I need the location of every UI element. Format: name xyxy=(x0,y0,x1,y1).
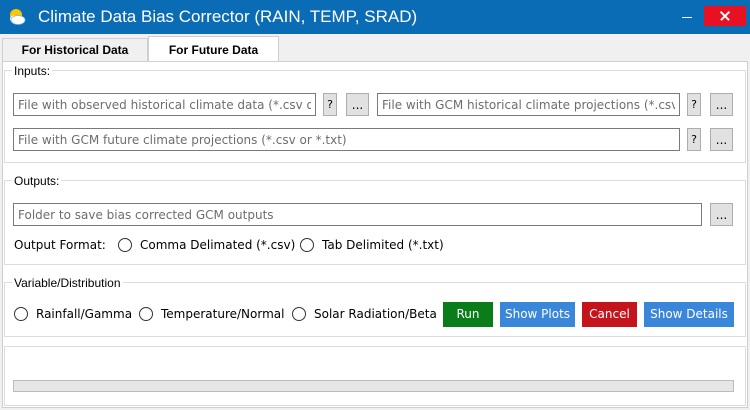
output-folder-input[interactable] xyxy=(13,203,702,226)
format-option-csv[interactable]: Comma Delimated (*.csv) xyxy=(118,237,298,255)
variable-option-rainfall[interactable]: Rainfall/Gamma xyxy=(14,306,134,324)
variable-solar-radio[interactable] xyxy=(292,307,306,321)
run-button[interactable]: Run xyxy=(443,302,493,327)
output-format-label: Output Format: xyxy=(14,238,106,252)
variable-rainfall-label: Rainfall/Gamma xyxy=(36,307,133,321)
status-group xyxy=(4,346,746,406)
observed-historical-browse-button[interactable]: ... xyxy=(346,93,369,116)
gcm-historical-help-button[interactable]: ? xyxy=(687,93,701,116)
inputs-group-label: Inputs: xyxy=(12,64,53,78)
outputs-group-label: Outputs: xyxy=(12,174,62,188)
weather-sun-cloud-icon xyxy=(10,9,26,25)
progress-bar xyxy=(13,380,734,392)
variable-temperature-radio[interactable] xyxy=(139,307,153,321)
output-folder-browse-button[interactable]: ... xyxy=(710,203,733,226)
tab-historical-data[interactable]: For Historical Data xyxy=(2,38,148,62)
format-csv-label: Comma Delimated (*.csv) xyxy=(140,238,296,252)
gcm-historical-browse-button[interactable]: ... xyxy=(710,93,733,116)
observed-historical-help-button[interactable]: ? xyxy=(323,93,337,116)
window-title: Climate Data Bias Corrector (RAIN, TEMP,… xyxy=(38,7,418,26)
observed-historical-file-input[interactable] xyxy=(13,93,316,116)
format-txt-label: Tab Delimited (*.txt) xyxy=(322,238,444,252)
variable-rainfall-radio[interactable] xyxy=(14,307,28,321)
gcm-future-help-button[interactable]: ? xyxy=(687,128,701,151)
tab-future-data[interactable]: For Future Data xyxy=(148,36,279,62)
format-txt-radio[interactable] xyxy=(300,238,314,252)
show-details-button[interactable]: Show Details xyxy=(644,302,734,327)
format-option-txt[interactable]: Tab Delimited (*.txt) xyxy=(300,237,450,255)
variable-solar-label: Solar Radiation/Beta xyxy=(314,307,437,321)
gcm-future-file-input[interactable] xyxy=(13,128,680,151)
variable-option-temperature[interactable]: Temperature/Normal xyxy=(139,306,289,324)
close-icon[interactable] xyxy=(704,6,746,26)
show-plots-button[interactable]: Show Plots xyxy=(500,302,575,327)
cancel-button[interactable]: Cancel xyxy=(582,302,637,327)
minimize-icon[interactable] xyxy=(658,0,704,34)
title-bar: Climate Data Bias Corrector (RAIN, TEMP,… xyxy=(0,0,750,34)
gcm-historical-file-input[interactable] xyxy=(377,93,680,116)
variable-option-solar[interactable]: Solar Radiation/Beta xyxy=(292,306,440,324)
format-csv-radio[interactable] xyxy=(118,238,132,252)
variable-temperature-label: Temperature/Normal xyxy=(161,307,285,321)
gcm-future-browse-button[interactable]: ... xyxy=(710,128,733,151)
variable-group-label: Variable/Distribution xyxy=(12,276,123,290)
